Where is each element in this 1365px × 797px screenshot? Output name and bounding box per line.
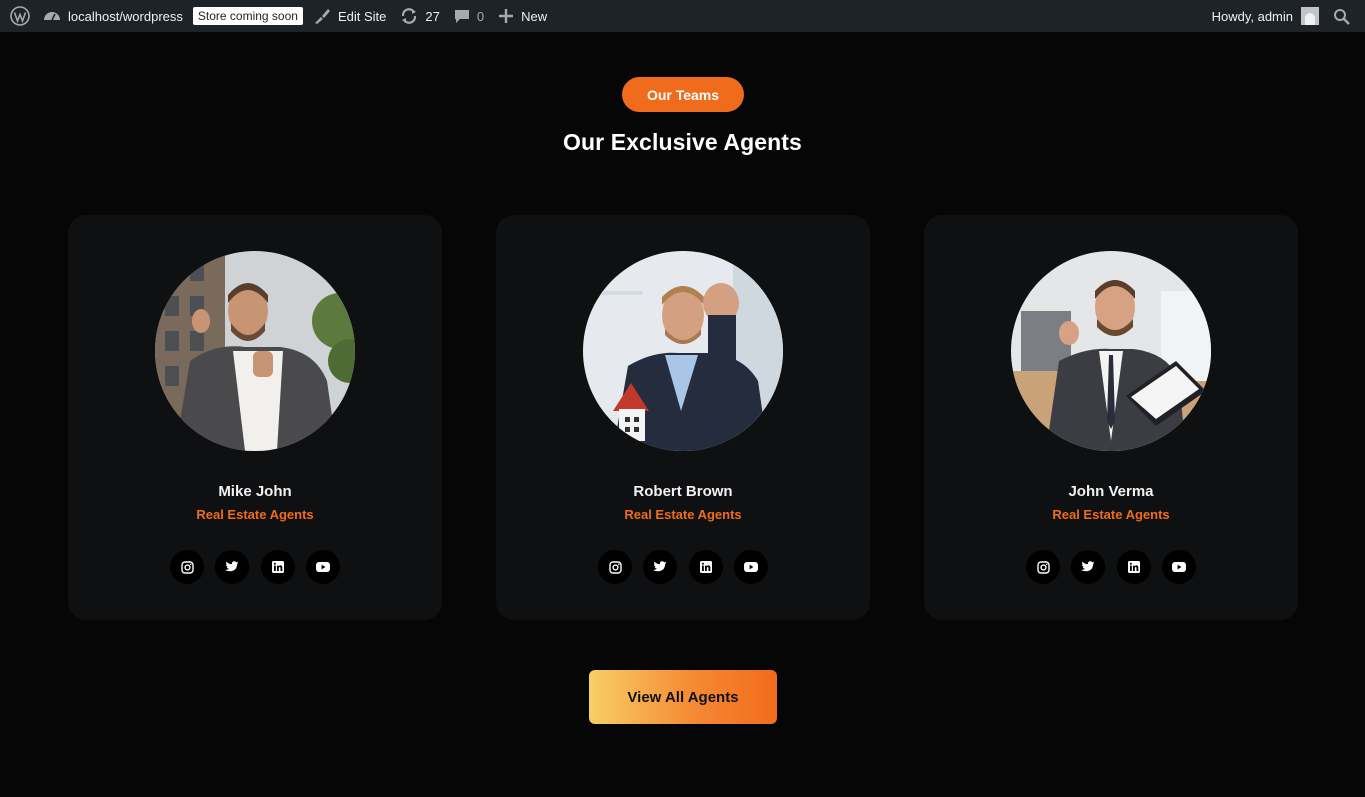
agent-name: Robert Brown bbox=[633, 483, 733, 500]
wordpress-logo-icon[interactable] bbox=[6, 0, 36, 32]
avatar bbox=[1301, 7, 1319, 25]
account-menu[interactable]: Howdy, admin bbox=[1205, 0, 1326, 32]
agent-name: Mike John bbox=[218, 483, 292, 500]
agent-photo-mike-john bbox=[155, 251, 355, 451]
twitter-icon[interactable] bbox=[643, 550, 678, 584]
comments-link[interactable]: 0 bbox=[447, 0, 491, 32]
agent-role: Real Estate Agents bbox=[624, 507, 742, 522]
new-label: New bbox=[521, 8, 548, 24]
agent-card: Robert Brown Real Estate Agents bbox=[496, 215, 870, 620]
section-title: Our Exclusive Agents bbox=[563, 129, 802, 155]
site-name-link[interactable]: localhost/wordpress bbox=[36, 0, 190, 32]
edit-site-label: Edit Site bbox=[337, 8, 387, 24]
instagram-icon[interactable] bbox=[598, 550, 632, 584]
twitter-icon[interactable] bbox=[1071, 550, 1106, 584]
howdy-label: Howdy, admin bbox=[1211, 8, 1293, 24]
our-teams-badge: Our Teams bbox=[622, 77, 744, 112]
social-links bbox=[598, 550, 768, 584]
wp-admin-bar: localhost/wordpress Store coming soon Ed… bbox=[0, 0, 1365, 32]
new-content-link[interactable]: New bbox=[491, 0, 554, 32]
plus-icon bbox=[498, 8, 514, 24]
dashboard-icon bbox=[43, 8, 61, 24]
instagram-icon[interactable] bbox=[170, 550, 204, 584]
social-links bbox=[170, 550, 340, 584]
view-all-agents-button[interactable]: View All Agents bbox=[589, 670, 777, 724]
search-icon[interactable] bbox=[1326, 0, 1357, 32]
agent-card: John Verma Real Estate Agents bbox=[924, 215, 1298, 620]
agent-photo-robert-brown bbox=[583, 251, 783, 451]
agent-card: Mike John Real Estate Agents bbox=[68, 215, 442, 620]
updates-icon bbox=[400, 7, 418, 25]
social-links bbox=[1026, 550, 1196, 584]
agent-name: John Verma bbox=[1068, 483, 1154, 500]
agent-role: Real Estate Agents bbox=[196, 507, 314, 522]
agent-role: Real Estate Agents bbox=[1052, 507, 1170, 522]
store-coming-soon-badge[interactable]: Store coming soon bbox=[192, 7, 303, 25]
twitter-icon[interactable] bbox=[215, 550, 250, 584]
youtube-icon[interactable] bbox=[733, 550, 768, 584]
youtube-icon[interactable] bbox=[305, 550, 340, 584]
updates-count: 27 bbox=[425, 8, 440, 24]
youtube-icon[interactable] bbox=[1161, 550, 1196, 584]
edit-site-link[interactable]: Edit Site bbox=[306, 0, 393, 32]
agent-photo-john-verma bbox=[1011, 251, 1211, 451]
linkedin-icon[interactable] bbox=[1116, 550, 1151, 584]
instagram-icon[interactable] bbox=[1026, 550, 1060, 584]
updates-link[interactable]: 27 bbox=[393, 0, 446, 32]
brush-icon bbox=[313, 7, 331, 25]
comments-icon bbox=[454, 8, 470, 24]
comments-count: 0 bbox=[476, 8, 485, 24]
site-name: localhost/wordpress bbox=[68, 8, 183, 24]
linkedin-icon[interactable] bbox=[260, 550, 295, 584]
linkedin-icon[interactable] bbox=[688, 550, 723, 584]
